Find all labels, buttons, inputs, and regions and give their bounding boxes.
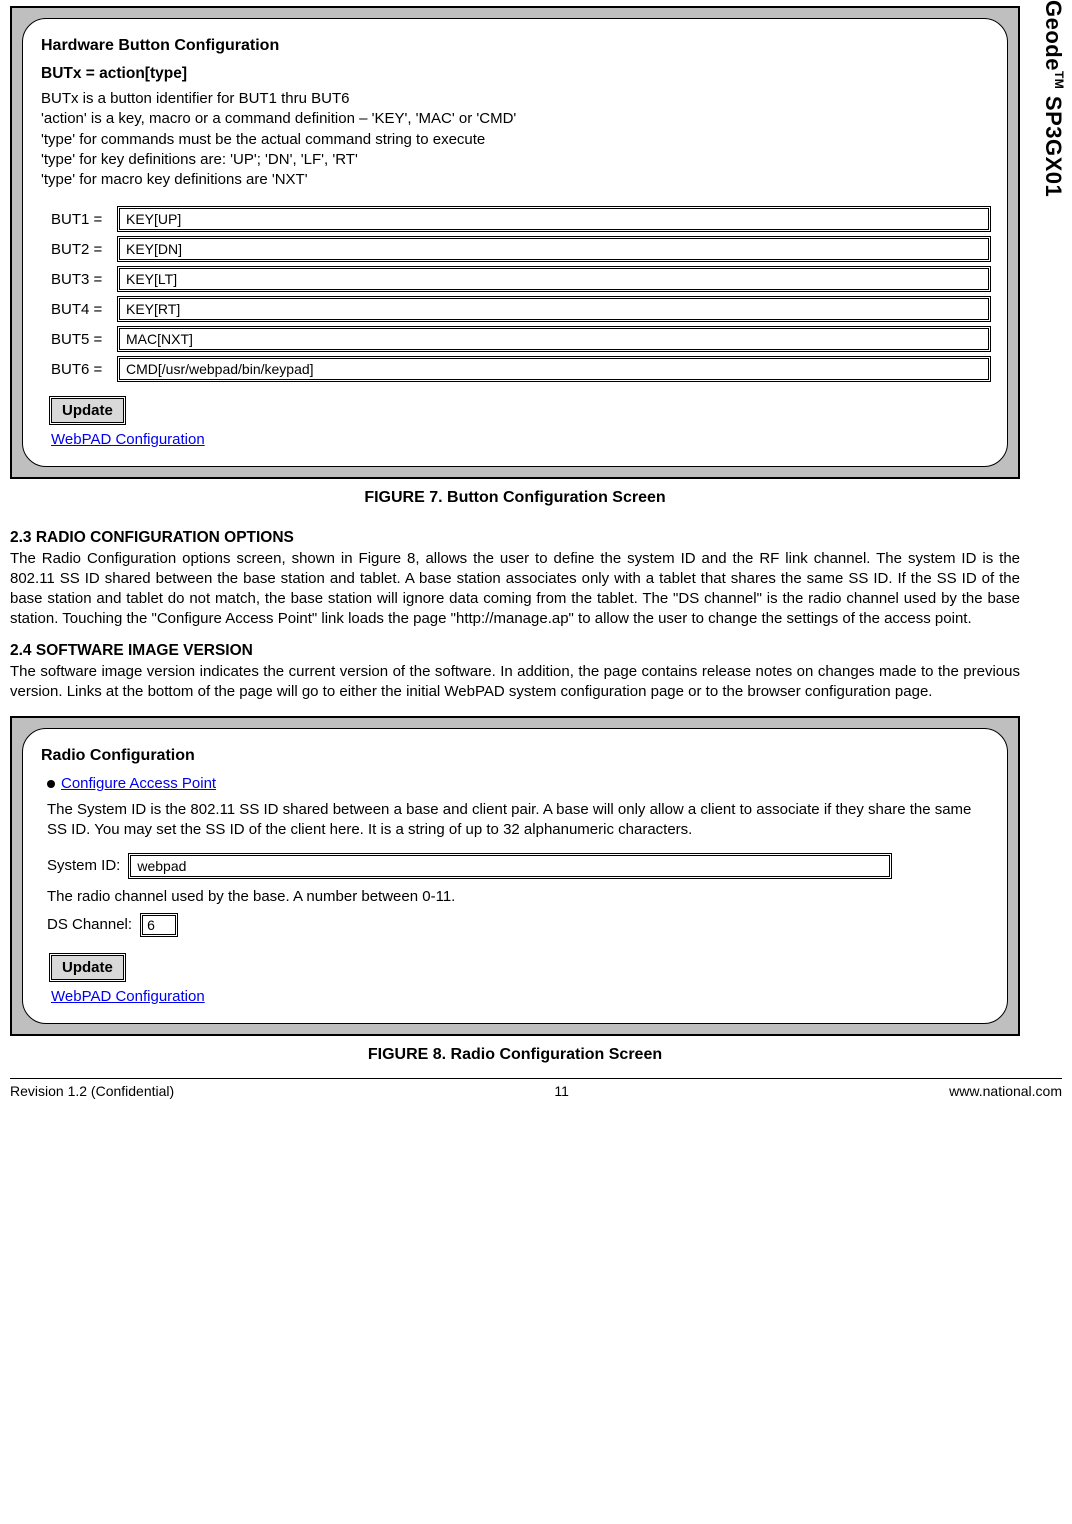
side-title-pre: Geode (1041, 0, 1066, 71)
panel1-title: Hardware Button Configuration (41, 37, 989, 55)
configure-ap-row: Configure Access Point (47, 775, 989, 792)
figure8-container: Radio Configuration Configure Access Poi… (10, 716, 1020, 1036)
but3-input[interactable] (119, 268, 989, 290)
desc-line: BUTx is a button identifier for BUT1 thr… (41, 89, 989, 109)
panel1-subhead: BUTx = action[type] (41, 65, 989, 83)
but2-input[interactable] (119, 238, 989, 260)
panel2-title: Radio Configuration (41, 747, 989, 765)
systemid-input[interactable] (130, 855, 890, 877)
but2-row: BUT2 = (51, 238, 989, 260)
but4-input[interactable] (119, 298, 989, 320)
desc-line: 'type' for commands must be the actual c… (41, 130, 989, 150)
section-2-4-heading: 2.4 SOFTWARE IMAGE VERSION (10, 642, 1020, 660)
footer-right: www.national.com (949, 1083, 1062, 1099)
but5-input[interactable] (119, 328, 989, 350)
side-title-post: SP3GX01 (1041, 89, 1066, 197)
figure8-caption: FIGURE 8. Radio Configuration Screen (10, 1046, 1020, 1064)
side-title-tm: TM (1052, 71, 1066, 89)
dschannel-label: DS Channel: (47, 916, 132, 933)
figure7-caption: FIGURE 7. Button Configuration Screen (10, 489, 1020, 507)
but1-label: BUT1 = (51, 211, 119, 228)
dschannel-description: The radio channel used by the base. A nu… (47, 887, 983, 907)
section-2-3-body: The Radio Configuration options screen, … (10, 549, 1020, 628)
but4-label: BUT4 = (51, 301, 119, 318)
webpad-config-link-panel2[interactable]: WebPAD Configuration (51, 988, 205, 1005)
desc-line: 'action' is a key, macro or a command de… (41, 109, 989, 129)
but1-input[interactable] (119, 208, 989, 230)
section-2-3-heading: 2.3 RADIO CONFIGURATION OPTIONS (10, 529, 1020, 547)
update-button-panel2[interactable]: Update (51, 955, 124, 980)
but6-label: BUT6 = (51, 361, 119, 378)
bullet-icon (47, 780, 55, 788)
webpad-config-link-panel1[interactable]: WebPAD Configuration (51, 431, 205, 448)
but6-row: BUT6 = (51, 358, 989, 380)
systemid-label: System ID: (47, 857, 120, 874)
but3-row: BUT3 = (51, 268, 989, 290)
footer-left: Revision 1.2 (Confidential) (10, 1083, 174, 1099)
but3-label: BUT3 = (51, 271, 119, 288)
but6-input[interactable] (119, 358, 989, 380)
section-2-4-body: The software image version indicates the… (10, 662, 1020, 702)
systemid-row: System ID: (47, 855, 989, 877)
configure-access-point-link[interactable]: Configure Access Point (61, 775, 216, 792)
but5-label: BUT5 = (51, 331, 119, 348)
but2-label: BUT2 = (51, 241, 119, 258)
side-product-title: GeodeTM SP3GX01 (1040, 0, 1066, 197)
figure7-container: Hardware Button Configuration BUTx = act… (10, 6, 1020, 479)
panel1-description: BUTx is a button identifier for BUT1 thr… (41, 89, 989, 190)
desc-line: 'type' for macro key definitions are 'NX… (41, 170, 989, 190)
but5-row: BUT5 = (51, 328, 989, 350)
radio-config-panel: Radio Configuration Configure Access Poi… (22, 728, 1008, 1024)
hardware-button-config-panel: Hardware Button Configuration BUTx = act… (22, 18, 1008, 467)
button-rows: BUT1 = BUT2 = BUT3 = BUT4 = BUT5 = (51, 208, 989, 380)
but1-row: BUT1 = (51, 208, 989, 230)
systemid-description: The System ID is the 802.11 SS ID shared… (47, 800, 983, 841)
desc-line: 'type' for key definitions are: 'UP'; 'D… (41, 150, 989, 170)
but4-row: BUT4 = (51, 298, 989, 320)
page-footer: Revision 1.2 (Confidential) 11 www.natio… (10, 1078, 1062, 1099)
dschannel-input[interactable] (142, 915, 176, 935)
footer-page-number: 11 (174, 1083, 949, 1099)
update-button-panel1[interactable]: Update (51, 398, 124, 423)
dschannel-row: DS Channel: (47, 915, 989, 935)
